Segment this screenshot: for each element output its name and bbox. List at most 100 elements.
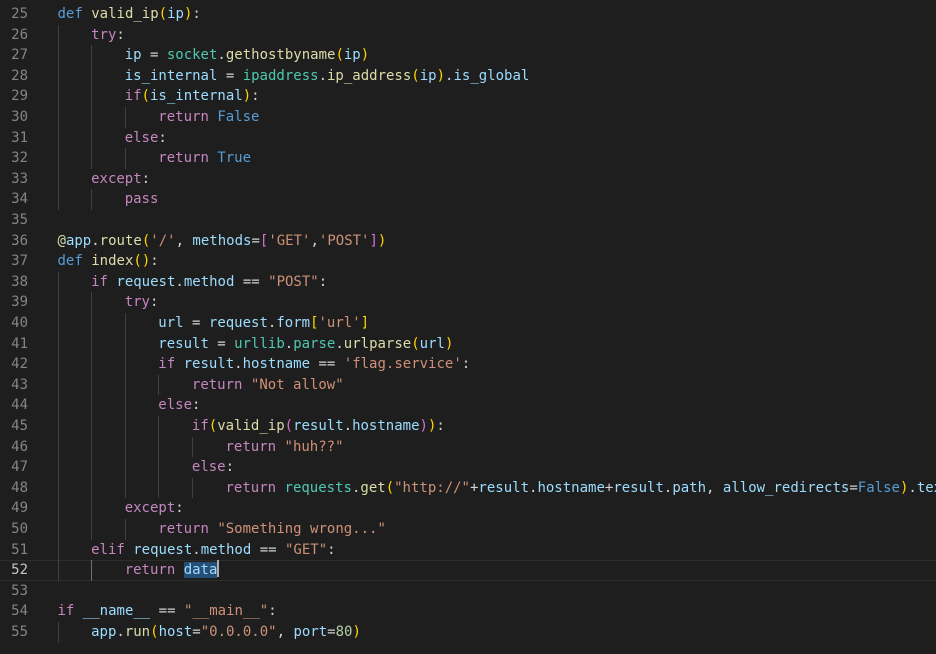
code-token: == [150,603,184,620]
code-token: route [99,232,142,249]
code-line[interactable]: 25 def valid_ip(ip): [0,4,936,25]
code-token: "0.0.0.0" [200,624,277,640]
code-line[interactable]: 42 if result.hostname == 'flag.service': [0,354,936,375]
code-line[interactable]: 26 try: [0,24,936,46]
indent-guide [91,189,93,210]
indent-guide [57,65,59,87]
code-line[interactable]: 50 return "Something wrong..." [0,519,936,540]
code-token: if [124,88,142,105]
code-token: . [908,479,917,496]
code-line[interactable]: 39 try: [0,292,936,313]
code-token: run [124,624,151,640]
code-token: . [234,356,243,373]
code-line[interactable]: 28 is_internal = ipaddress.ip_address(ip)… [0,65,936,87]
code-token: app [65,232,92,249]
code-line[interactable]: 38 if request.method == "POST": [0,271,936,293]
indent-guide [91,436,93,458]
code-token: valid_ip [91,6,159,22]
code-token: else [124,129,159,146]
code-token: 'flag.service' [343,356,462,373]
code-line[interactable]: 45 if(valid_ip(result.hostname)): [0,416,936,437]
code-token: . [335,335,344,352]
code-line[interactable]: 29 if(is_internal): [0,86,936,107]
code-token: 'url' [318,315,361,331]
code-editor[interactable]: 25 def valid_ip(ip): 26 try: 27 ip = socket.g… [0,0,936,654]
code-token: is_internal [124,67,218,84]
code-token: gethostbyname [225,47,336,64]
line-number: 25 [11,6,28,22]
indent-guide [91,395,93,416]
code-token: result [183,356,235,373]
indent-guide [91,560,93,581]
code-token: ) [360,47,370,64]
code-token: "huh??" [284,438,344,455]
code-text: pass [125,189,159,210]
indent-guide [91,333,93,355]
indent-guide [91,86,93,107]
code-token: 80 [335,624,353,640]
indent-guide [91,292,93,313]
code-line[interactable]: 49 except: [0,498,936,519]
code-token: . [116,624,125,640]
code-token: ( [141,88,150,105]
code-token: : [268,603,277,620]
indent-guide [158,416,160,437]
code-token: ( [208,418,218,434]
code-token: data [183,562,218,579]
code-line[interactable]: 47 else: [0,457,936,478]
code-line[interactable]: 40 url = request.form['url'] [0,313,936,334]
indent-guide [91,477,93,499]
code-line[interactable]: 53 [0,581,936,602]
code-line[interactable]: 30 return False [0,107,936,128]
code-token: hostname [537,479,605,496]
code-text: else: [192,457,234,478]
code-token: . [175,273,184,290]
code-line[interactable]: 43 return "Not allow" [0,374,936,396]
indent-guide [57,436,59,458]
code-line[interactable]: 44 else: [0,395,936,416]
code-line[interactable]: 48 return requests.get("http://"+result.h… [0,477,936,499]
indent-guide [191,477,193,499]
code-token: . [284,335,294,352]
code-token: : [327,541,336,558]
code-token: , [276,624,294,640]
code-line[interactable]: 41 result = urllib.parse.urlparse(url) [0,333,936,355]
code-token: port [293,624,328,640]
code-token: methods [192,232,252,249]
code-token: ) [436,67,446,84]
code-line[interactable]: 35 [0,210,936,231]
indent-guide [91,374,93,396]
indent-guide [124,313,126,334]
code-text: return False [158,107,259,128]
line-number: 32 [11,150,28,167]
code-line[interactable]: 52 return data [0,560,936,581]
code-line[interactable]: 55 app.run(host="0.0.0.0", port=80) [0,622,936,643]
code-token: requests [284,479,352,496]
code-line[interactable]: 37 def index(): [0,251,936,272]
code-line[interactable]: 33 except: [0,168,936,190]
code-line[interactable]: 46 return "huh??" [0,436,936,458]
code-line[interactable]: 32 return True [0,148,936,169]
code-text: app.run(host="0.0.0.0", port=80) [91,622,361,643]
code-line[interactable]: 36 @app.route('/', methods=['GET','POST']… [0,231,936,252]
indent-guide [124,519,126,540]
indent-guide [57,477,59,499]
indent-guide [57,148,59,169]
code-line[interactable]: 51 elif request.method == "GET": [0,539,936,561]
code-token: ) [377,232,387,249]
code-line[interactable]: 54 if __name__ == "__main__": [0,601,936,622]
code-token: request [116,273,176,290]
code-token: request [133,541,193,558]
code-token: return [191,376,243,393]
code-line[interactable]: 27 ip = socket.gethostbyname(ip) [0,45,936,66]
code-token: : [461,356,471,373]
indent-guide [91,416,93,437]
code-line[interactable]: 34 pass [0,189,936,210]
code-text: return "Something wrong..." [158,519,386,540]
code-line[interactable]: 31 else: [0,127,936,149]
code-token: app [91,624,117,640]
code-text: if __name__ == "__main__": [58,601,277,622]
indent-guide [91,127,93,149]
